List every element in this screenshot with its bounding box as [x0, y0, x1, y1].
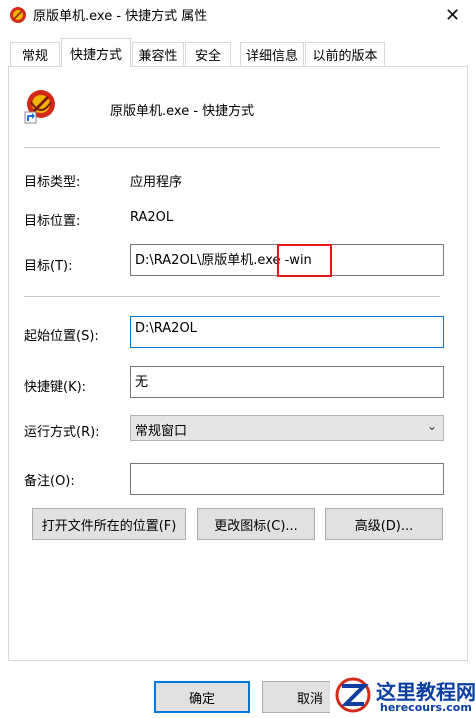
tab-details[interactable]: 详细信息: [240, 42, 304, 66]
shortcut-key-label: 快捷键(K):: [24, 380, 87, 395]
tab-previous-versions[interactable]: 以前的版本: [305, 42, 385, 66]
target-type-label: 目标类型:: [24, 175, 81, 190]
advanced-button[interactable]: 高级(D)...: [325, 508, 443, 540]
shortcut-panel: [8, 66, 468, 661]
open-file-location-button[interactable]: 打开文件所在的位置(F): [32, 508, 186, 540]
button-label: 更改图标(C)...: [214, 518, 298, 534]
target-input[interactable]: D:\RA2OL\原版单机.exe -win: [130, 244, 444, 276]
tab-label: 常规: [21, 49, 48, 64]
tab-strip: 常规 快捷方式 兼容性 安全 详细信息 以前的版本: [0, 38, 475, 67]
tab-compatibility[interactable]: 兼容性: [132, 42, 184, 66]
watermark-logo-icon: [335, 677, 371, 713]
button-label: 打开文件所在的位置(F): [41, 518, 177, 534]
watermark-url: herecours.com: [380, 701, 472, 714]
shortcut-file-icon: [24, 90, 55, 124]
run-select-value: 常规窗口: [135, 424, 188, 439]
run-select[interactable]: 常规窗口 ⌄: [130, 415, 444, 441]
run-label: 运行方式(R):: [24, 425, 100, 440]
comment-input[interactable]: [130, 463, 444, 495]
tab-label: 兼容性: [138, 49, 178, 64]
button-label: 确定: [188, 691, 215, 707]
window-title: 原版单机.exe - 快捷方式 属性: [33, 9, 208, 24]
target-label: 目标(T):: [24, 259, 73, 274]
tab-security[interactable]: 安全: [185, 42, 231, 66]
close-icon: ✕: [444, 4, 461, 26]
chevron-down-icon: ⌄: [426, 419, 437, 433]
comment-label: 备注(O):: [24, 474, 75, 489]
tab-shortcut[interactable]: 快捷方式: [61, 38, 131, 67]
tab-label: 快捷方式: [69, 47, 122, 63]
close-button[interactable]: ✕: [430, 0, 475, 30]
tab-label: 安全: [194, 49, 221, 64]
separator: [24, 147, 440, 148]
start-in-label: 起始位置(S):: [24, 329, 99, 344]
change-icon-button[interactable]: 更改图标(C)...: [197, 508, 315, 540]
shortcut-key-input-value: 无: [135, 375, 149, 390]
target-input-value: D:\RA2OL\原版单机.exe -win: [135, 253, 312, 268]
target-location-label: 目标位置:: [24, 214, 81, 229]
shortcut-key-input[interactable]: 无: [130, 366, 444, 398]
start-in-input[interactable]: D:\RA2OL: [130, 316, 444, 348]
ok-button[interactable]: 确定: [154, 681, 250, 713]
start-in-input-value: D:\RA2OL: [135, 321, 197, 336]
watermark: 这里教程网 herecours.com: [330, 672, 475, 718]
target-type-value: 应用程序: [130, 175, 183, 190]
tab-general[interactable]: 常规: [10, 42, 60, 66]
separator: [24, 296, 440, 297]
button-label: 取消: [296, 691, 323, 707]
shortcut-name: 原版单机.exe - 快捷方式: [110, 104, 255, 119]
target-location-value: RA2OL: [130, 210, 174, 225]
title-bar: 原版单机.exe - 快捷方式 属性 ✕: [0, 0, 475, 30]
button-label: 高级(D)...: [354, 518, 414, 534]
tab-label: 以前的版本: [312, 49, 378, 64]
app-emblem-icon: [10, 7, 26, 23]
tab-label: 详细信息: [245, 49, 298, 64]
